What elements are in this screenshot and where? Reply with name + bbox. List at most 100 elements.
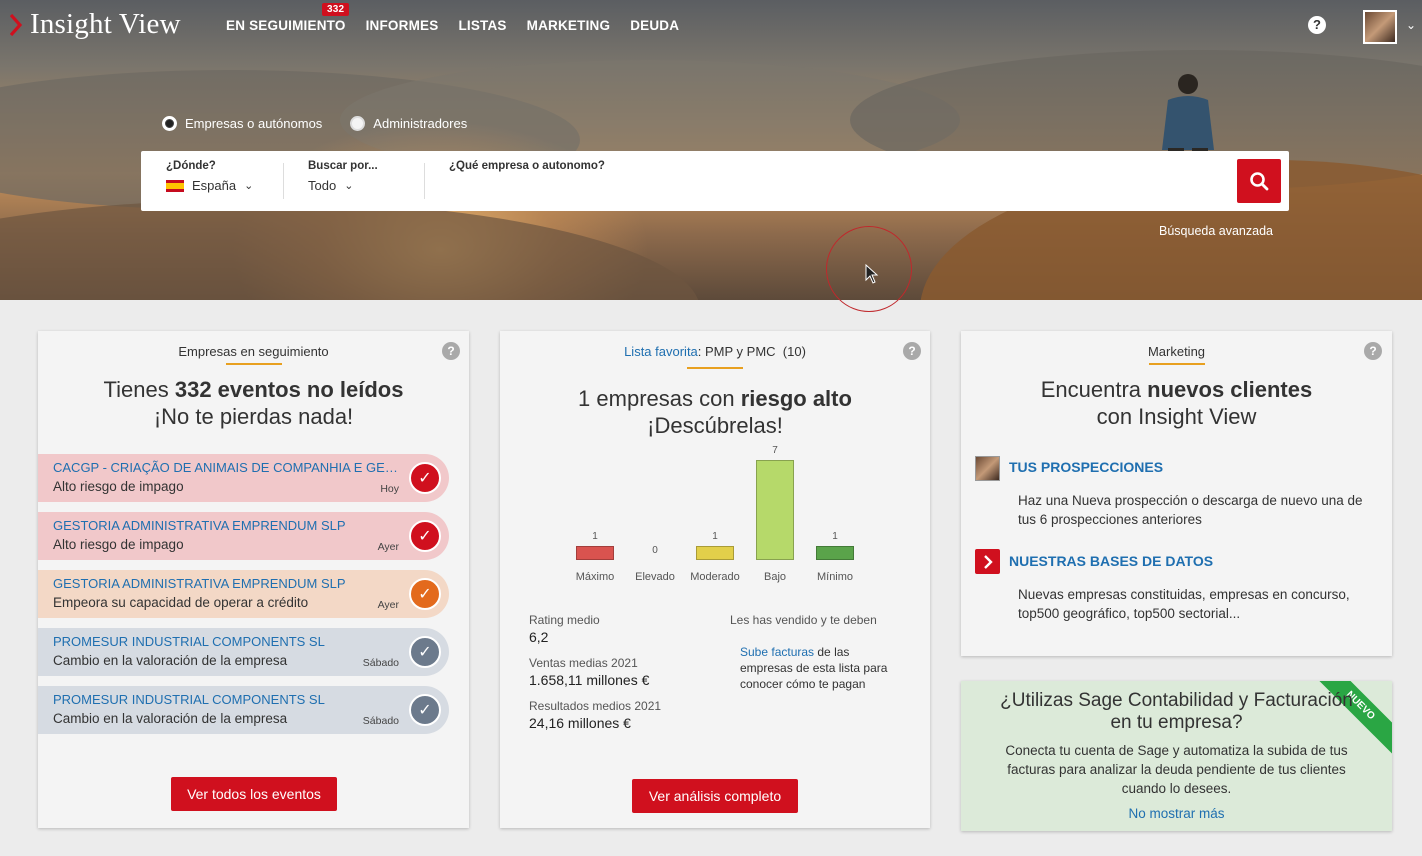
- marketing-card: Marketing ? Encuentra nuevos clientes co…: [961, 331, 1392, 656]
- mark-read-check-icon[interactable]: ✓: [409, 578, 441, 610]
- title-line2: ¡No te pierdas nada!: [153, 404, 354, 429]
- bar-category-label: Elevado: [635, 571, 675, 583]
- title-pre: Tienes: [103, 377, 175, 402]
- user-avatar[interactable]: [1363, 10, 1397, 44]
- event-company-link[interactable]: CACGP - CRIAÇÃO DE ANIMAIS DE COMPANHIA …: [53, 460, 398, 475]
- event-company-link[interactable]: PROMESUR INDUSTRIAL COMPONENTS SL: [53, 692, 398, 707]
- marketing-title: Encuentra nuevos clientes con Insight Vi…: [961, 376, 1392, 430]
- mark-read-check-icon[interactable]: ✓: [409, 636, 441, 668]
- event-date: Ayer: [377, 541, 399, 553]
- event-row[interactable]: GESTORIA ADMINISTRATIVA EMPRENDUM SLP Em…: [38, 570, 449, 618]
- search-type-radios: Empresas o autónomos Administradores: [162, 116, 467, 131]
- tracking-card-header: Empresas en seguimiento: [38, 331, 469, 366]
- help-icon[interactable]: ?: [442, 342, 460, 360]
- mark-read-check-icon[interactable]: ✓: [409, 462, 441, 494]
- stat-label: Rating medio: [529, 613, 600, 627]
- upload-invoices-link[interactable]: Sube facturas: [740, 645, 814, 659]
- event-description: Cambio en la valoración de la empresa: [53, 711, 288, 726]
- title-pre: Encuentra: [1040, 377, 1148, 402]
- bar-bajo[interactable]: [756, 460, 794, 560]
- marketing-card-header: Marketing: [961, 331, 1392, 366]
- search-bar: ¿Dónde? España ⌄ Buscar por... Todo ⌄ ¿Q…: [141, 151, 1289, 211]
- stat-value: 1.658,11 millones €: [529, 672, 650, 688]
- event-description: Cambio en la valoración de la empresa: [53, 653, 288, 668]
- event-company-link[interactable]: GESTORIA ADMINISTRATIVA EMPRENDUM SLP: [53, 518, 398, 533]
- help-icon[interactable]: ?: [1308, 16, 1326, 34]
- notification-badge: 332: [322, 3, 350, 16]
- event-date: Sábado: [362, 715, 399, 727]
- dismiss-link[interactable]: No mostrar más: [961, 806, 1392, 821]
- event-company-link[interactable]: GESTORIA ADMINISTRATIVA EMPRENDUM SLP: [53, 576, 398, 591]
- search-by-label: Buscar por...: [308, 160, 378, 172]
- radio-label: Administradores: [373, 116, 468, 131]
- databases-link[interactable]: NUESTRAS BASES DE DATOS: [1009, 553, 1213, 569]
- header-underline: [1148, 363, 1205, 365]
- card-header-text: Marketing: [1147, 344, 1206, 359]
- prospections-text: Haz una Nueva prospección o descarga de …: [1018, 493, 1363, 527]
- event-row[interactable]: PROMESUR INDUSTRIAL COMPONENTS SL Cambio…: [38, 686, 449, 734]
- event-row[interactable]: GESTORIA ADMINISTRATIVA EMPRENDUM SLP Al…: [38, 512, 449, 560]
- favorite-list-link[interactable]: Lista favorita: [624, 344, 698, 359]
- app-logo[interactable]: Insight View: [10, 8, 181, 41]
- where-value-text: España: [192, 178, 237, 193]
- nav-deuda[interactable]: DEUDA: [630, 18, 679, 33]
- title-bold: riesgo alto: [740, 386, 852, 411]
- bar-máximo[interactable]: [576, 545, 614, 560]
- chevron-down-icon: ⌄: [344, 180, 354, 192]
- divider: [283, 163, 284, 199]
- radio-label: Empresas o autónomos: [185, 116, 323, 131]
- search-button[interactable]: [1237, 159, 1281, 203]
- event-row[interactable]: PROMESUR INDUSTRIAL COMPONENTS SL Cambio…: [38, 628, 449, 676]
- debt-text-2: empresas de esta lista para: [740, 661, 888, 675]
- radio-empresas[interactable]: Empresas o autónomos: [162, 116, 322, 131]
- help-icon[interactable]: ?: [1364, 342, 1382, 360]
- debt-text-3: conocer cómo te pagan: [740, 677, 866, 691]
- title-bold: nuevos clientes: [1147, 377, 1313, 402]
- prospections-link[interactable]: TUS PROSPECCIONES: [1009, 459, 1163, 475]
- bar-value-label: 0: [652, 545, 658, 556]
- radio-selected-icon: [162, 116, 177, 131]
- favorite-list-name: : PMP y PMC: [697, 344, 776, 359]
- event-description: Empeora su capacidad de operar a crédito: [53, 595, 309, 610]
- mark-read-check-icon[interactable]: ✓: [409, 520, 441, 552]
- databases-chevron-icon: [975, 549, 1000, 574]
- debt-title: Les has vendido y te deben: [730, 613, 877, 627]
- advanced-search-link[interactable]: Búsqueda avanzada: [1159, 224, 1273, 238]
- mouse-cursor-icon: [865, 264, 879, 284]
- spain-flag-icon: [166, 179, 184, 192]
- risk-bar-chart: 1 Máximo 0 Elevado 1 Moderado 7 Bajo 1 Mínimo: [500, 441, 930, 591]
- view-all-events-button[interactable]: Ver todos los eventos: [171, 777, 337, 811]
- where-select[interactable]: ¿Dónde? España ⌄: [166, 160, 253, 193]
- chevron-down-icon: ⌄: [244, 180, 254, 192]
- event-description: Alto riesgo de impago: [53, 479, 184, 494]
- bar-moderado[interactable]: [696, 545, 734, 560]
- top-bar: Insight View EN SEGUIMIENTO 332 INFORMES…: [0, 0, 1422, 52]
- nav-label: EN SEGUIMIENTO: [226, 18, 346, 33]
- bar-value-label: 1: [592, 530, 598, 542]
- nav-marketing[interactable]: MARKETING: [527, 18, 611, 33]
- title-line2: ¡Descúbrelas!: [647, 413, 783, 438]
- bar-category-label: Bajo: [763, 571, 787, 583]
- nav-listas[interactable]: LISTAS: [458, 18, 506, 33]
- event-row[interactable]: CACGP - CRIAÇÃO DE ANIMAIS DE COMPANHIA …: [38, 454, 449, 502]
- query-input[interactable]: [449, 178, 1209, 194]
- nav-en-seguimiento[interactable]: EN SEGUIMIENTO 332: [226, 3, 350, 33]
- event-date: Sábado: [362, 657, 399, 669]
- search-by-select[interactable]: Buscar por... Todo ⌄: [308, 160, 378, 193]
- help-icon[interactable]: ?: [903, 342, 921, 360]
- mark-read-check-icon[interactable]: ✓: [409, 694, 441, 726]
- header-underline: [225, 363, 282, 365]
- nav-informes[interactable]: INFORMES: [366, 18, 439, 33]
- sage-promo-box: NUEVO ¿Utilizas Sage Contabilidad y Fact…: [961, 681, 1392, 831]
- bar-category-label: Máximo: [575, 571, 615, 583]
- event-company-link[interactable]: PROMESUR INDUSTRIAL COMPONENTS SL: [53, 634, 398, 649]
- bar-mínimo[interactable]: [816, 545, 854, 560]
- databases-text: Nuevas empresas constituidas, empresas e…: [1018, 587, 1350, 621]
- favorites-card-header: Lista favorita: PMP y PMC (10): [500, 331, 930, 369]
- bar-value-label: 7: [772, 445, 778, 456]
- radio-administradores[interactable]: Administradores: [350, 116, 467, 131]
- chevron-down-icon[interactable]: ⌄: [1406, 18, 1416, 32]
- view-full-analysis-button[interactable]: Ver análisis completo: [632, 779, 798, 813]
- debt-text-1: de las: [814, 645, 850, 659]
- query-field[interactable]: ¿Qué empresa o autonomo?: [449, 160, 1209, 194]
